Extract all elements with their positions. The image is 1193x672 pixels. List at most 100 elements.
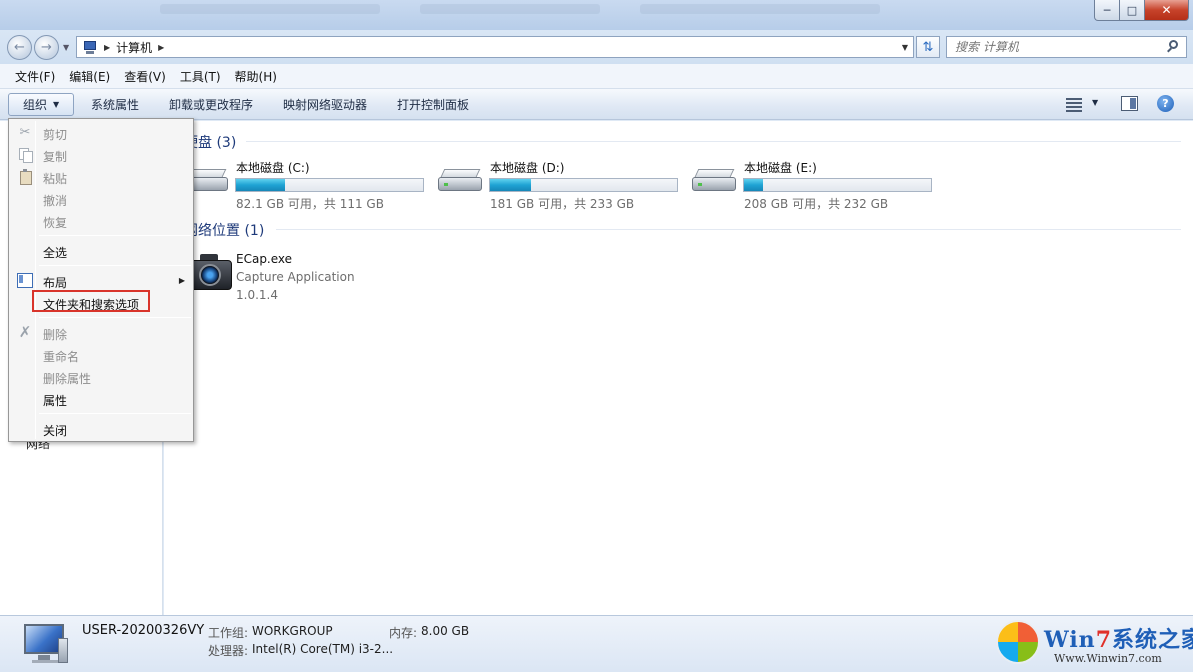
close-icon: ✕ [1161,3,1172,17]
menu-item-label: 全选 [43,246,68,260]
computer-icon [82,40,98,54]
refresh-icon: ⇅ [922,39,934,55]
search-input[interactable] [947,40,1166,54]
layout-icon [17,273,33,288]
menu-item-properties[interactable]: 属性 [11,388,191,409]
copy-icon [17,147,33,163]
hard-drive-icon [692,169,738,195]
breadcrumb-separator-icon[interactable]: ▶ [104,43,110,52]
clipboard-icon [17,169,33,185]
breadcrumb-computer[interactable]: 计算机 [116,39,152,56]
menu-item-cut[interactable]: ✂ 剪切 [11,122,191,143]
drive-d[interactable]: 本地磁盘 (D:) 181 GB 可用，共 233 GB [438,155,688,211]
drive-usage-bar [743,178,932,192]
menu-file[interactable]: 文件(F) [8,68,62,85]
search-icon[interactable] [1166,39,1182,55]
back-button[interactable]: ← [7,35,32,60]
menu-item-close[interactable]: 关闭 [11,418,191,439]
refresh-button[interactable]: ⇅ [916,36,940,58]
menu-item-label: 删除属性 [43,372,92,386]
menu-item-redo[interactable]: 恢复 [11,210,191,231]
minimize-button[interactable]: ─ [1094,0,1120,21]
breadcrumb-separator-icon[interactable]: ▶ [158,43,164,52]
chevron-down-icon: ▼ [53,100,60,109]
close-button[interactable]: ✕ [1145,0,1189,21]
drive-usage-fill [236,179,285,191]
watermark-brand-seven: 7 [1095,627,1112,653]
workgroup-label: 工作组: [208,626,249,640]
group-divider [276,229,1181,230]
organize-label: 组织 [23,98,48,112]
menu-item-label: 重命名 [43,350,80,364]
help-icon[interactable]: ? [1157,95,1174,112]
recent-pages-dropdown[interactable]: ▼ [63,43,69,52]
watermark: Win7系统之家 Www.Winwin7.com [996,618,1193,670]
hard-drive-icon [438,169,484,195]
menu-item-paste[interactable]: 粘贴 [11,166,191,187]
group-title-network-locations[interactable]: 网络位置 (1) [184,220,264,240]
drive-name: 本地磁盘 (C:) [236,161,310,175]
command-bar: 组织 ▼ 系统属性 卸载或更改程序 映射网络驱动器 打开控制面板 ▼ [0,89,1193,120]
menu-view[interactable]: 查看(V) [117,68,173,85]
menu-edit[interactable]: 编辑(E) [62,68,117,85]
menu-item-label: 属性 [43,394,68,408]
menu-bar: 文件(F) 编辑(E) 查看(V) 工具(T) 帮助(H) [0,64,1193,89]
watermark-brand-b: 系统之家 [1112,627,1193,653]
drive-name: 本地磁盘 (D:) [490,161,565,175]
menu-item-label: 撤消 [43,194,68,208]
drive-c[interactable]: 本地磁盘 (C:) 82.1 GB 可用，共 111 GB [184,155,434,211]
watermark-brand: Win7系统之家 [1044,622,1193,654]
drive-e[interactable]: 本地磁盘 (E:) 208 GB 可用，共 232 GB [692,155,942,211]
search-box[interactable] [946,36,1187,58]
drive-free-space: 181 GB 可用，共 233 GB [490,197,635,211]
change-view-icon[interactable] [1066,97,1084,112]
open-control-panel-button[interactable]: 打开控制面板 [389,93,477,116]
forward-button[interactable]: → [34,35,59,60]
menu-item-label: 剪切 [43,128,68,142]
menu-item-remove-properties[interactable]: 删除属性 [11,366,191,387]
maximize-button[interactable]: □ [1120,0,1145,21]
processor-label: 处理器: [208,644,249,658]
computer-name: USER-20200326VY [82,623,205,638]
workgroup-value: WORKGROUP [252,624,333,638]
menu-help[interactable]: 帮助(H) [228,68,284,85]
background-blur [420,4,600,14]
menu-tools[interactable]: 工具(T) [173,68,228,85]
menu-item-layout[interactable]: 布局 ▶ [11,270,191,291]
organize-button[interactable]: 组织 ▼ [8,93,74,116]
menu-item-label: 复制 [43,150,68,164]
menu-item-delete[interactable]: ✗ 删除 [11,322,191,343]
menu-item-label: 布局 [43,276,68,290]
group-divider [246,141,1181,142]
menu-item-label: 恢复 [43,216,68,230]
menu-item-label: 关闭 [43,424,68,438]
processor-value: Intel(R) Core(TM) i3-2... [252,642,394,656]
network-item-name: ECap.exe [236,252,293,266]
preview-pane-icon[interactable] [1121,96,1138,111]
menu-item-select-all[interactable]: 全选 [11,240,191,261]
drive-free-space: 82.1 GB 可用，共 111 GB [236,197,384,211]
window-controls: ─ □ ✕ [1094,0,1189,21]
system-properties-button[interactable]: 系统属性 [83,93,147,116]
view-options-dropdown[interactable]: ▼ [1092,98,1098,107]
memory-label: 内存: [389,626,418,640]
address-box[interactable]: ▶ 计算机 ▶ ▼ [76,36,914,58]
address-history-dropdown[interactable]: ▼ [902,43,908,52]
address-bar: ← → ▼ ▶ 计算机 ▶ ▼ ⇅ [0,30,1193,64]
uninstall-programs-button[interactable]: 卸载或更改程序 [161,93,261,116]
menu-item-copy[interactable]: 复制 [11,144,191,165]
network-item-ecap[interactable]: ECap.exe Capture Application 1.0.1.4 [188,248,488,304]
drive-usage-fill [744,179,763,191]
background-blur [640,4,880,14]
menu-item-rename[interactable]: 重命名 [11,344,191,365]
delete-icon: ✗ [18,323,32,341]
maximize-icon: □ [1126,3,1138,17]
back-arrow-icon: ← [14,40,25,55]
menu-item-undo[interactable]: 撤消 [11,188,191,209]
title-bar: ─ □ ✕ [0,0,1193,30]
menu-separator [39,265,191,266]
drive-name: 本地磁盘 (E:) [744,161,817,175]
menu-item-label: 粘贴 [43,172,68,186]
drive-free-space: 208 GB 可用，共 232 GB [744,197,889,211]
map-network-drive-button[interactable]: 映射网络驱动器 [275,93,375,116]
